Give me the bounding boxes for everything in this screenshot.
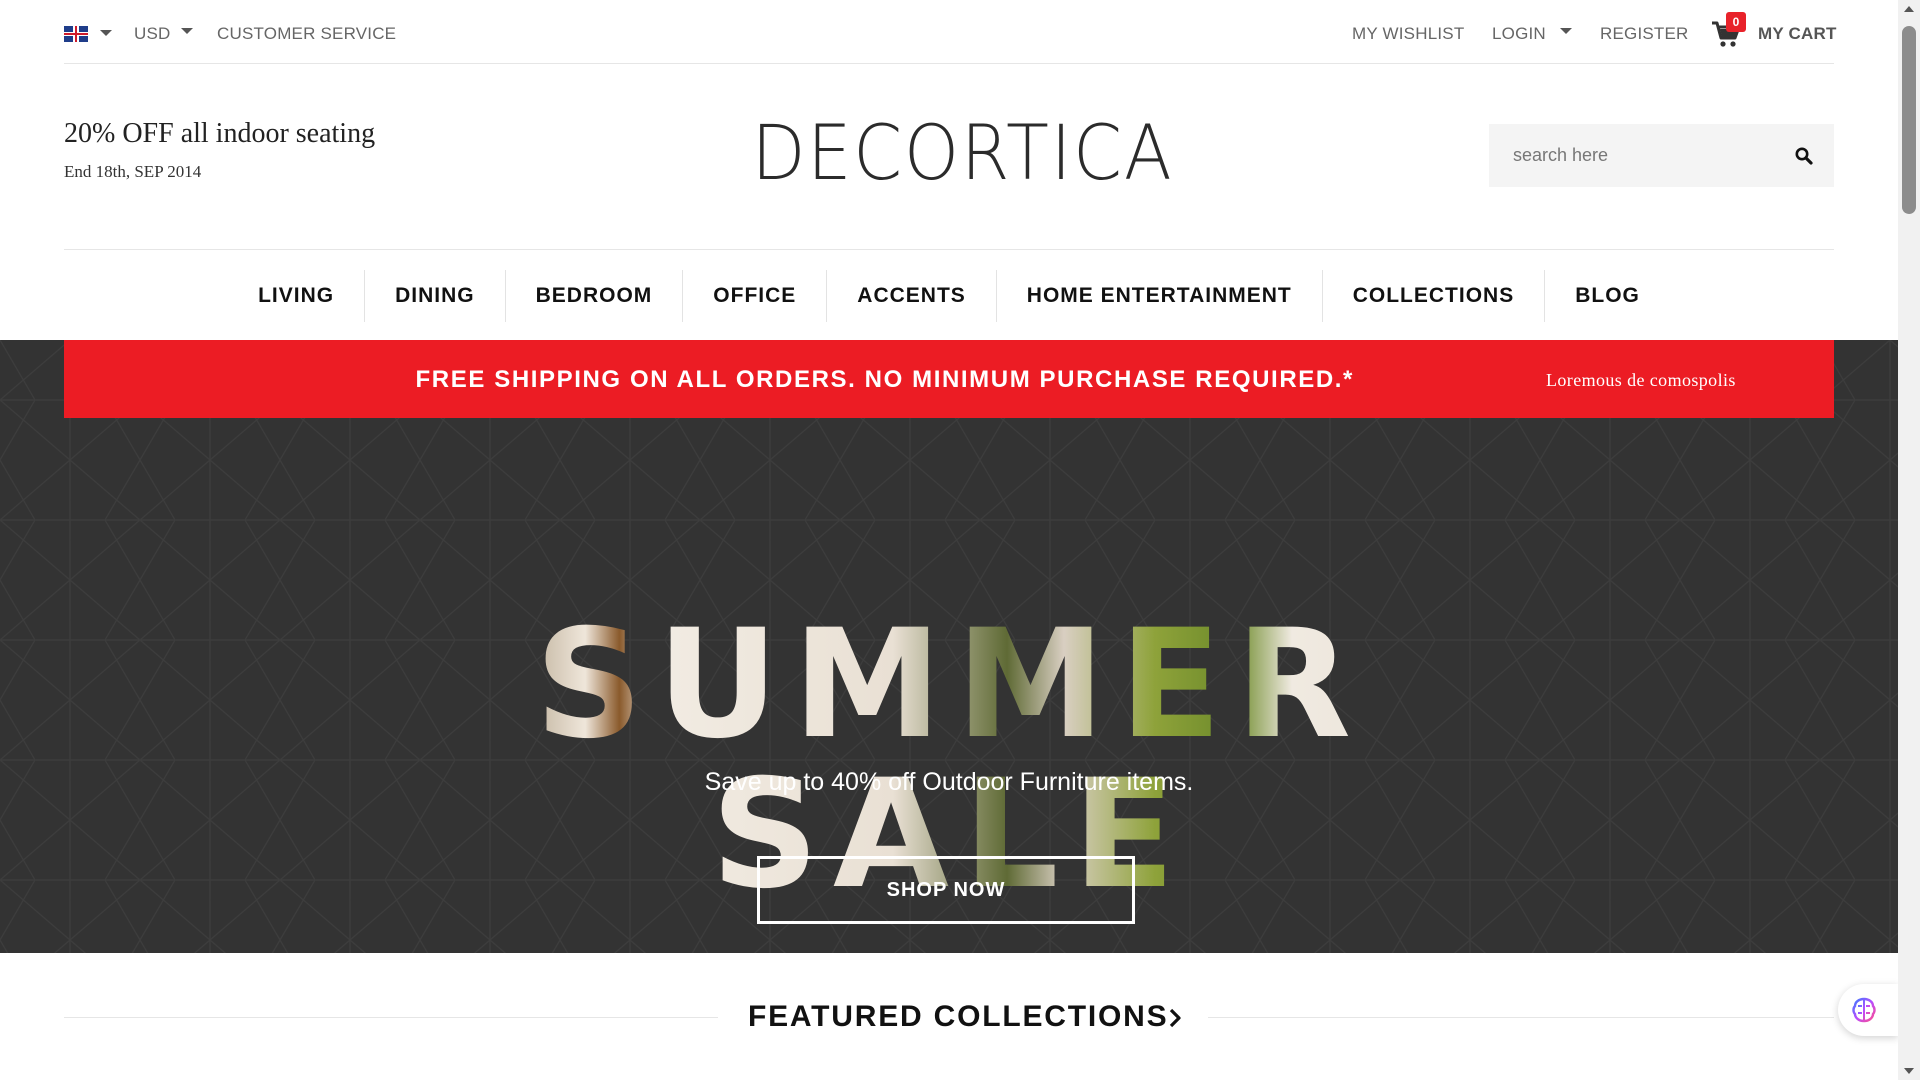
chevron-down-icon bbox=[1559, 27, 1572, 34]
search-box bbox=[1489, 124, 1834, 187]
wishlist-link[interactable]: MY WISHLIST bbox=[1352, 24, 1464, 44]
page: USD CUSTOMER SERVICE MY WISHLIST LOGIN R… bbox=[0, 0, 1898, 1080]
chevron-down-icon bbox=[180, 27, 193, 34]
currency-label: USD bbox=[134, 24, 171, 43]
currency-selector[interactable]: USD bbox=[134, 24, 193, 44]
cart-count-badge: 0 bbox=[1726, 12, 1746, 32]
hero-subtitle: Save up to 40% off Outdoor Furniture ite… bbox=[704, 768, 1194, 796]
promo-date: End 18th, SEP 2014 bbox=[64, 162, 202, 181]
chevron-down-icon[interactable] bbox=[100, 30, 112, 36]
nav-item-bedroom[interactable]: BEDROOM bbox=[504, 270, 683, 322]
chevron-right-icon[interactable] bbox=[1168, 1007, 1182, 1029]
brain-icon bbox=[1852, 997, 1876, 1023]
featured-collections-heading: FEATURED COLLECTIONS bbox=[64, 953, 1834, 1080]
nav-item-living[interactable]: LIVING bbox=[228, 270, 364, 322]
divider bbox=[64, 1017, 718, 1018]
search-input[interactable] bbox=[1489, 124, 1793, 187]
nav-item-office[interactable]: OFFICE bbox=[682, 270, 826, 322]
shipping-subtext[interactable]: Loremous de comospolis bbox=[1546, 370, 1736, 391]
uk-flag-icon[interactable] bbox=[64, 26, 88, 42]
hero-banner: FREE SHIPPING ON ALL ORDERS. NO MINIMUM … bbox=[0, 340, 1898, 953]
top-bar: USD CUSTOMER SERVICE MY WISHLIST LOGIN R… bbox=[64, 0, 1837, 64]
divider bbox=[1208, 1017, 1834, 1018]
login-label: LOGIN bbox=[1492, 24, 1546, 43]
scroll-up-icon[interactable] bbox=[1904, 6, 1914, 12]
my-cart-link[interactable]: MY CART bbox=[1758, 24, 1837, 44]
free-shipping-bar: FREE SHIPPING ON ALL ORDERS. NO MINIMUM … bbox=[64, 340, 1834, 418]
shop-now-button[interactable]: SHOP NOW bbox=[757, 856, 1135, 924]
search-icon[interactable] bbox=[1794, 146, 1814, 166]
nav-item-blog[interactable]: BLOG bbox=[1544, 270, 1670, 322]
scroll-down-icon[interactable] bbox=[1904, 1068, 1914, 1074]
customer-service-link[interactable]: CUSTOMER SERVICE bbox=[217, 24, 396, 44]
promo-title: 20% OFF all indoor seating bbox=[64, 118, 376, 149]
scrollbar-thumb[interactable] bbox=[1902, 26, 1916, 214]
site-logo[interactable]: DECORTICA bbox=[752, 108, 1172, 197]
nav-item-home-entertainment[interactable]: HOME ENTERTAINMENT bbox=[995, 270, 1322, 322]
register-link[interactable]: REGISTER bbox=[1600, 24, 1689, 44]
nav-item-collections[interactable]: COLLECTIONS bbox=[1321, 270, 1545, 322]
vertical-scrollbar[interactable] bbox=[1898, 0, 1920, 1080]
free-shipping-message: FREE SHIPPING ON ALL ORDERS. NO MINIMUM … bbox=[415, 366, 1354, 393]
main-nav: LIVING DINING BEDROOM OFFICE ACCENTS HOM… bbox=[64, 249, 1834, 341]
featured-collections-title[interactable]: FEATURED COLLECTIONS bbox=[748, 1000, 1168, 1034]
nav-item-accents[interactable]: ACCENTS bbox=[826, 270, 996, 322]
nav-item-dining[interactable]: DINING bbox=[364, 270, 505, 322]
assistant-widget[interactable] bbox=[1838, 984, 1898, 1036]
login-menu[interactable]: LOGIN bbox=[1492, 24, 1572, 44]
